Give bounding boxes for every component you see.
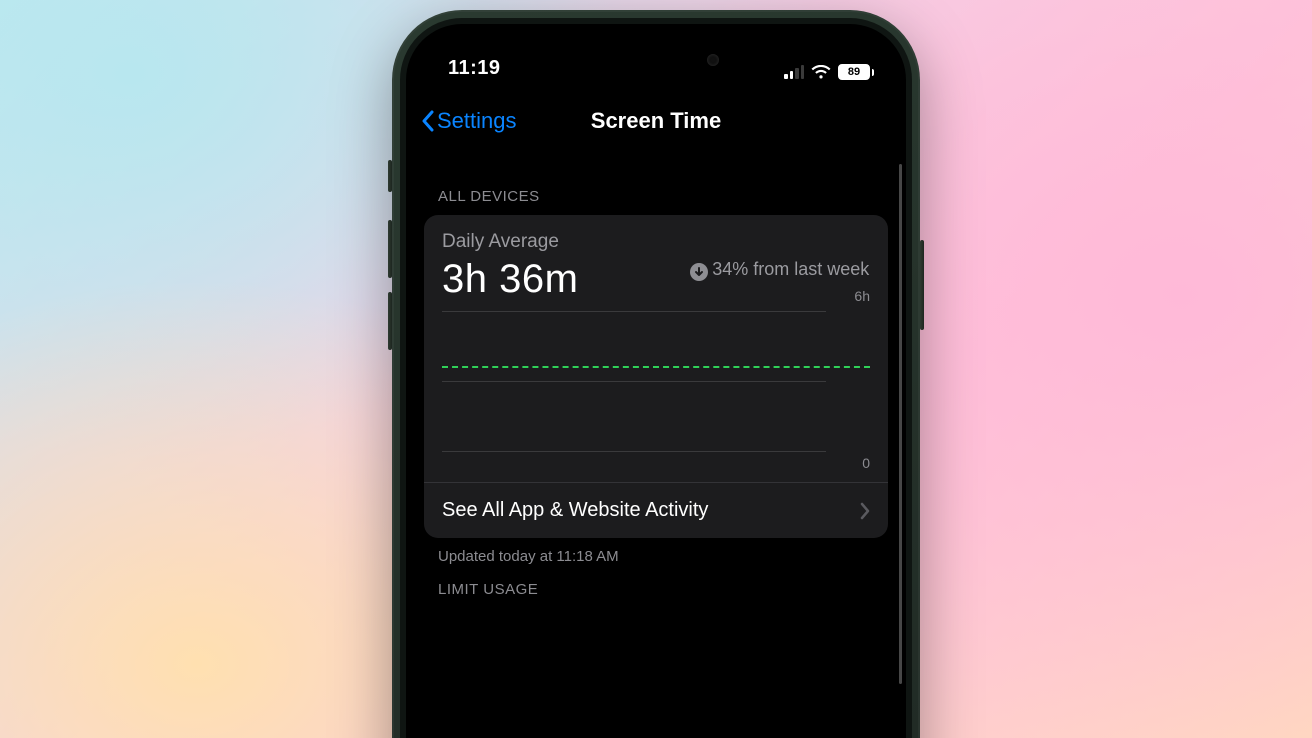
- cellular-signal-icon: [784, 65, 804, 79]
- page-background: 11:19 89: [0, 0, 1312, 738]
- y-axis-label: 0: [862, 455, 870, 471]
- y-axis-label: 6h: [854, 288, 870, 304]
- scroll-content[interactable]: ALL DEVICES Daily Average 3h 36m 34% fro…: [406, 152, 906, 738]
- status-time: 11:19: [448, 57, 501, 80]
- phone-screen: 11:19 89: [406, 24, 906, 738]
- battery-indicator: 89: [838, 64, 874, 80]
- down-arrow-circle-icon: [690, 263, 708, 281]
- chevron-right-icon: [860, 502, 870, 520]
- mute-switch: [388, 160, 392, 192]
- volume-down-button: [388, 292, 392, 350]
- usage-bar-chart: 06h: [442, 312, 870, 474]
- status-bar: 11:19 89: [406, 24, 906, 86]
- back-label: Settings: [437, 108, 517, 134]
- battery-percent: 89: [839, 65, 869, 79]
- page-title: Screen Time: [591, 108, 721, 134]
- updated-footnote: Updated today at 11:18 AM: [424, 538, 888, 565]
- chevron-left-icon: [420, 109, 435, 133]
- delta-from-last-week: 34% from last week: [690, 231, 870, 302]
- phone-frame: 11:19 89: [392, 10, 920, 738]
- section-header-limit-usage: LIMIT USAGE: [424, 565, 888, 608]
- daily-average-label: Daily Average: [442, 231, 680, 253]
- daily-average-value: 3h 36m: [442, 257, 680, 302]
- side-button: [920, 240, 924, 330]
- wifi-icon: [811, 65, 831, 80]
- see-all-activity-label: See All App & Website Activity: [442, 499, 708, 522]
- volume-up-button: [388, 220, 392, 278]
- back-button[interactable]: Settings: [420, 96, 517, 146]
- navigation-bar: Settings Screen Time: [406, 96, 906, 146]
- daily-average-card[interactable]: Daily Average 3h 36m 34% from last week: [424, 215, 888, 538]
- section-header-all-devices: ALL DEVICES: [424, 164, 888, 215]
- see-all-activity-row[interactable]: See All App & Website Activity: [424, 482, 888, 538]
